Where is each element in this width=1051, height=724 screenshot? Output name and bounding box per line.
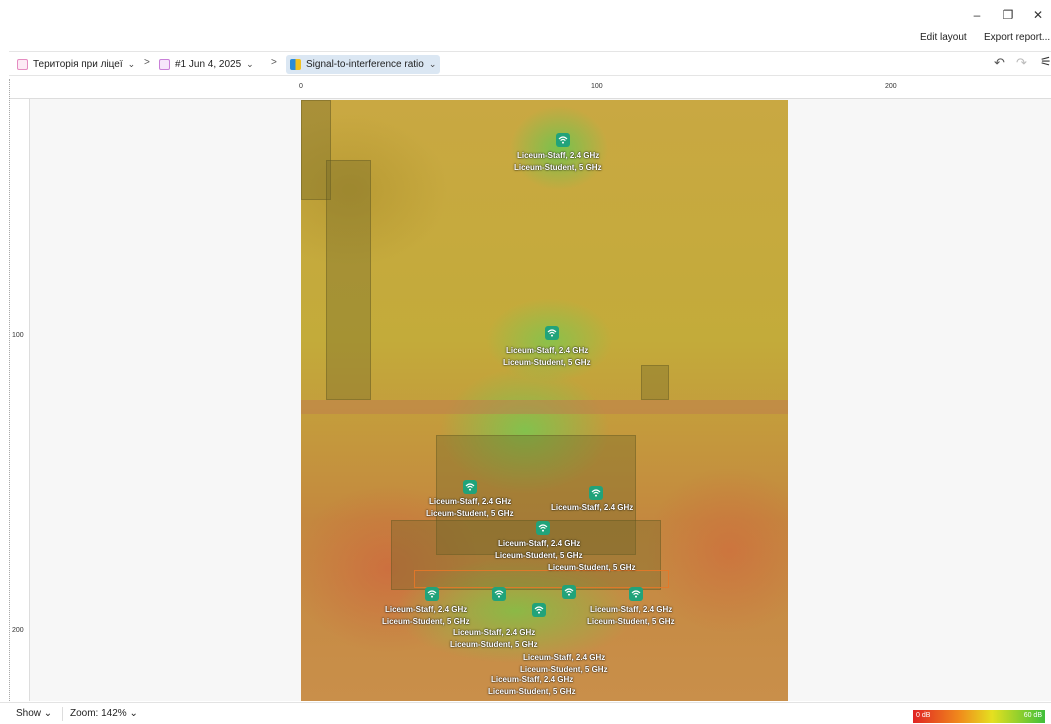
chevron-down-icon[interactable]: ⌄ — [128, 59, 136, 70]
ruler-label: 100 — [591, 83, 603, 90]
map-canvas[interactable]: 0 100 200 100 200 Liceum-Staff, 2.4 GHz L… — [9, 79, 1051, 701]
zoom-menu[interactable]: Zoom: 142% ⌄ — [70, 708, 138, 719]
access-point-label: Liceum-Staff, 2.4 GHz — [506, 346, 589, 355]
access-point-wifi-icon[interactable] — [556, 133, 570, 147]
breadcrumb: Територія при ліцеї ⌄ > #1 Jun 4, 2025 ⌄… — [9, 51, 1051, 76]
access-point-label: Liceum-Student, 5 GHz — [495, 551, 583, 560]
action-bar: Edit layout Export report... — [0, 30, 1051, 50]
sir-legend: 0 dB 60 dB — [913, 710, 1045, 723]
access-point-label: Liceum-Student, 5 GHz — [548, 563, 636, 572]
breadcrumb-site[interactable]: Територія при ліцеї ⌄ — [13, 55, 139, 74]
access-point-label: Liceum-Student, 5 GHz — [514, 163, 602, 172]
edit-layout-button[interactable]: Edit layout — [920, 32, 967, 43]
settings-sliders-icon[interactable]: ⚟ — [1040, 54, 1051, 70]
floor-outline — [414, 570, 669, 588]
ruler-left: 100 200 — [10, 99, 30, 701]
heatmap-icon — [290, 59, 301, 70]
access-point-label: Liceum-Staff, 2.4 GHz — [590, 605, 673, 614]
site-icon — [17, 59, 28, 70]
breadcrumb-site-label: Територія при ліцеї — [33, 59, 123, 70]
access-point-label: Liceum-Student, 5 GHz — [382, 617, 470, 626]
access-point-wifi-icon[interactable] — [629, 587, 643, 601]
access-point-wifi-icon[interactable] — [532, 603, 546, 617]
access-point-label: Liceum-Student, 5 GHz — [450, 640, 538, 649]
access-point-label: Liceum-Staff, 2.4 GHz — [491, 675, 574, 684]
road-shape — [301, 400, 788, 414]
chevron-down-icon[interactable]: ⌄ — [246, 59, 254, 70]
ruler-label: 0 — [299, 83, 303, 90]
heatmap-floorplan[interactable]: Liceum-Staff, 2.4 GHz Liceum-Student, 5 G… — [301, 100, 788, 701]
title-bar: – ❐ ✕ — [0, 0, 1051, 30]
divider — [62, 707, 63, 721]
undo-icon[interactable]: ↶ — [994, 55, 1005, 71]
access-point-wifi-icon[interactable] — [562, 585, 576, 599]
close-button[interactable]: ✕ — [1025, 4, 1051, 26]
access-point-label: Liceum-Student, 5 GHz — [587, 617, 675, 626]
access-point-label: Liceum-Staff, 2.4 GHz — [385, 605, 468, 614]
redo-icon[interactable]: ↷ — [1016, 55, 1027, 71]
access-point-wifi-icon[interactable] — [589, 486, 603, 500]
access-point-label: Liceum-Staff, 2.4 GHz — [498, 539, 581, 548]
status-bar: Show ⌄ Zoom: 142% ⌄ 0 dB 60 dB — [0, 702, 1051, 724]
chevron-down-icon: ⌄ — [43, 708, 53, 719]
maximize-button[interactable]: ❐ — [995, 4, 1021, 26]
access-point-wifi-icon[interactable] — [536, 521, 550, 535]
access-point-label: Liceum-Student, 5 GHz — [520, 665, 608, 674]
chevron-down-icon: ⌄ — [129, 708, 138, 719]
ruler-label: 100 — [12, 332, 24, 339]
access-point-label: Liceum-Staff, 2.4 GHz — [517, 151, 600, 160]
ruler-top: 0 100 200 — [10, 79, 1051, 99]
breadcrumb-visualization[interactable]: Signal-to-interference ratio ⌄ — [286, 55, 441, 74]
access-point-label: Liceum-Student, 5 GHz — [503, 358, 591, 367]
access-point-label: Liceum-Staff, 2.4 GHz — [523, 653, 606, 662]
access-point-label: Liceum-Staff, 2.4 GHz — [551, 503, 634, 512]
breadcrumb-survey-label: #1 Jun 4, 2025 — [175, 59, 242, 70]
breadcrumb-separator-icon: > — [271, 57, 277, 68]
legend-min: 0 dB — [916, 712, 931, 719]
export-report-button[interactable]: Export report... — [984, 32, 1050, 43]
ruler-label: 200 — [885, 83, 897, 90]
show-menu[interactable]: Show ⌄ — [16, 708, 52, 719]
breadcrumb-separator-icon: > — [144, 57, 150, 68]
access-point-wifi-icon[interactable] — [425, 587, 439, 601]
access-point-label: Liceum-Student, 5 GHz — [426, 509, 514, 518]
survey-icon — [159, 59, 170, 70]
building-shape — [641, 365, 669, 400]
access-point-wifi-icon[interactable] — [492, 587, 506, 601]
legend-max: 60 dB — [1023, 712, 1042, 719]
building-shape — [326, 160, 371, 400]
access-point-wifi-icon[interactable] — [545, 326, 559, 340]
breadcrumb-survey[interactable]: #1 Jun 4, 2025 ⌄ — [155, 55, 258, 74]
minimize-button[interactable]: – — [964, 4, 990, 26]
access-point-label: Liceum-Staff, 2.4 GHz — [453, 628, 536, 637]
access-point-label: Liceum-Student, 5 GHz — [488, 687, 576, 696]
access-point-wifi-icon[interactable] — [463, 480, 477, 494]
ruler-label: 200 — [12, 627, 24, 634]
access-point-label: Liceum-Staff, 2.4 GHz — [429, 497, 512, 506]
chevron-down-icon[interactable]: ⌄ — [429, 59, 437, 70]
breadcrumb-visualization-label: Signal-to-interference ratio — [306, 59, 424, 70]
